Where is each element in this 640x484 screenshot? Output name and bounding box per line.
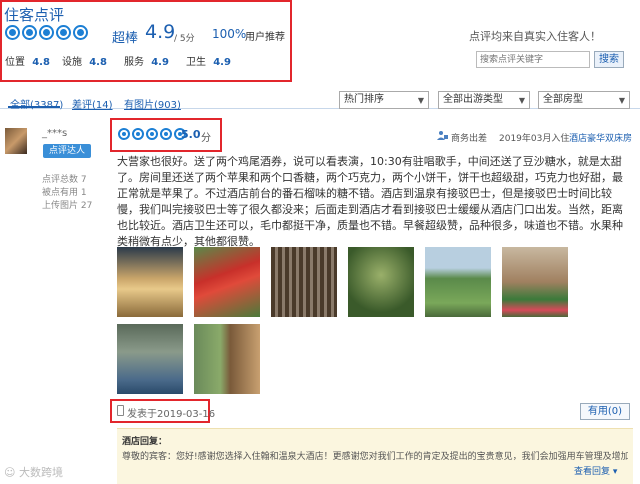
mobile-phone-icon: [117, 405, 124, 416]
search-input[interactable]: [476, 51, 590, 68]
review-score: 5.0: [181, 128, 201, 141]
business-trip-icon: [437, 130, 448, 141]
watermark-text: 大数跨境: [18, 466, 63, 479]
rating-circle-icon: [160, 128, 172, 140]
rating-circle-icon: [118, 128, 130, 140]
stay-date: 2019年03月入住: [499, 134, 570, 144]
review-text: 大营家也很好。送了两个鸡尾酒券，说可以看表演，10:30有驻唱歌手，中间还送了豆…: [117, 155, 623, 248]
avatar: [5, 128, 27, 154]
search-button[interactable]: 搜索: [594, 51, 624, 68]
watermark: ☺ 大数跨境: [4, 464, 63, 480]
rating-circle-icon: [39, 25, 54, 40]
reviewer-stat-photos: 上传图片 27: [42, 201, 93, 211]
sub-score-service: 服务 4.9: [124, 53, 169, 68]
sub-score-label: 服务: [124, 57, 144, 68]
review-photo[interactable]: [117, 247, 183, 317]
helpful-button[interactable]: 有用(0): [580, 403, 630, 420]
rating-circle-icon: [56, 25, 71, 40]
sub-score-value: 4.8: [89, 57, 107, 68]
sub-score-value: 4.9: [151, 57, 169, 68]
review-photo[interactable]: [194, 324, 260, 394]
watermark-logo-icon: ☺: [4, 466, 16, 479]
hotel-reply-text: 尊敬的宾客：您好!感谢您选择入住翰和温泉大酒店！更感谢您对我们工作的肯定及提出的…: [122, 452, 628, 462]
sub-score-label: 设施: [62, 57, 82, 68]
recommend-percent: 100%: [212, 27, 247, 41]
reviewer-badge: 点评达人: [43, 144, 91, 158]
room-type-link[interactable]: 酒店豪华双床房: [569, 131, 632, 144]
guarantee-text: 点评均来自真实入住客人！: [469, 30, 601, 43]
page-title: 住客点评: [4, 6, 65, 24]
room-type-select[interactable]: 全部房型 ▼: [538, 91, 630, 109]
rating-circle-icon: [73, 25, 88, 40]
review-photo[interactable]: [425, 247, 491, 317]
sort-select[interactable]: 热门排序 ▼: [339, 91, 429, 109]
room-type-select-value: 全部房型: [543, 94, 583, 105]
review-photo[interactable]: [502, 247, 568, 317]
reviewer-stat-reviews: 点评总数 7: [42, 175, 87, 185]
overall-score: 4.9: [145, 21, 176, 43]
sub-score-facilities: 设施 4.8: [62, 53, 107, 68]
hotel-reply-title: 酒店回复：: [122, 437, 168, 447]
review-photo[interactable]: [348, 247, 414, 317]
score-unit: / 5分: [174, 34, 195, 44]
review-photo[interactable]: [117, 324, 183, 394]
tab-negative[interactable]: 差评(14): [72, 96, 113, 111]
review-photo[interactable]: [271, 247, 337, 317]
review-photo[interactable]: [194, 247, 260, 317]
travel-type-select[interactable]: 全部出游类型 ▼: [438, 91, 530, 109]
overall-rating-circles: [5, 25, 90, 43]
sub-score-location: 位置 4.8: [5, 53, 50, 68]
sub-score-value: 4.8: [32, 57, 50, 68]
chevron-down-icon: ▼: [417, 96, 424, 105]
rating-word: 超棒: [112, 31, 139, 46]
rating-circle-icon: [5, 25, 20, 40]
sub-score-label: 卫生: [186, 57, 206, 68]
review-score-unit: 分: [201, 133, 211, 144]
sub-score-hygiene: 卫生 4.9: [186, 53, 231, 68]
reviewer-stat-helpful: 被点有用 1: [42, 188, 87, 198]
tab-all-underline: [8, 106, 60, 108]
rating-circle-icon: [22, 25, 37, 40]
review-rating-circles: [118, 128, 188, 143]
tab-all[interactable]: 全部(3387): [10, 96, 63, 111]
view-reply-link[interactable]: 查看回复 ▾: [574, 464, 617, 477]
travel-type-select-value: 全部出游类型: [443, 94, 503, 105]
chevron-down-icon: ▼: [518, 96, 525, 105]
sub-score-label: 位置: [5, 57, 25, 68]
tab-with-photos[interactable]: 有图片(903): [124, 96, 181, 111]
reviewer-name: _***s: [42, 128, 68, 139]
recommend-label: 用户推荐: [245, 32, 285, 43]
rating-circle-icon: [132, 128, 144, 140]
sub-score-value: 4.9: [213, 57, 231, 68]
chevron-down-icon: ▼: [618, 96, 625, 105]
trip-type: 商务出差: [451, 134, 488, 144]
sort-select-value: 热门排序: [344, 94, 384, 105]
posted-date: 发表于2019-03-16: [127, 409, 216, 420]
rating-circle-icon: [146, 128, 158, 140]
